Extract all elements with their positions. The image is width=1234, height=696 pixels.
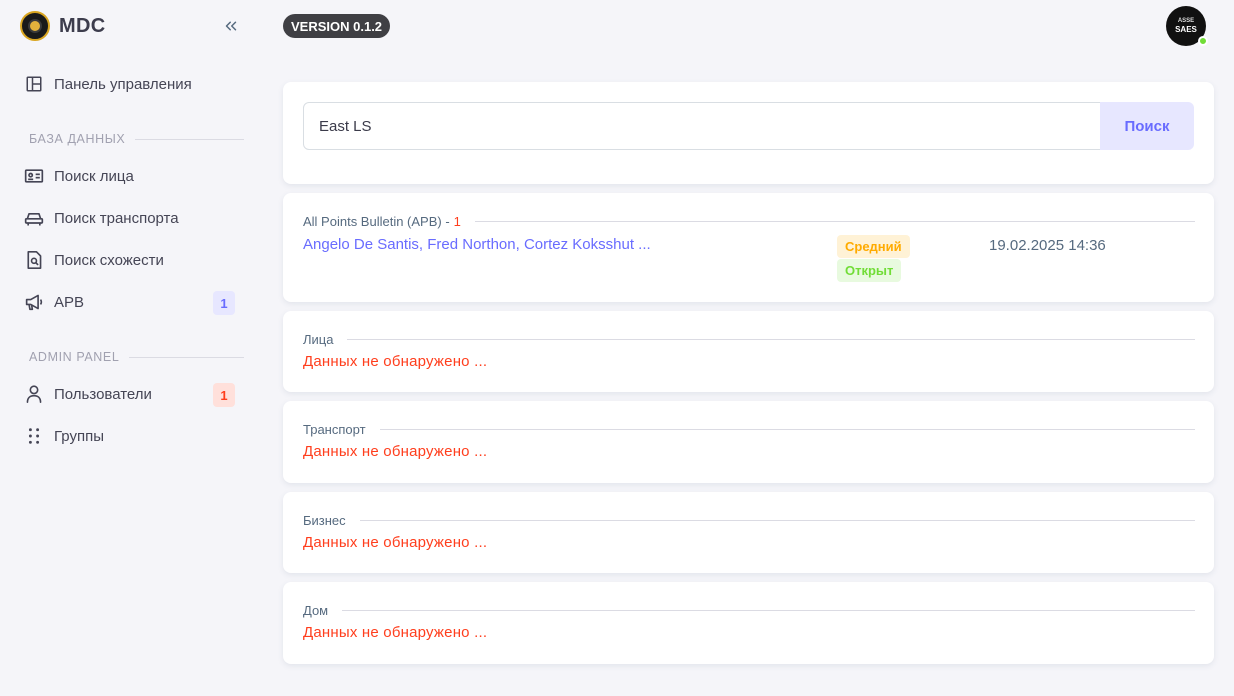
divider xyxy=(347,339,1195,340)
divider xyxy=(359,520,1195,521)
sidebar-item-person-search[interactable]: Поиск лица xyxy=(12,158,246,194)
sidebar: MDC Панель управления БАЗА ДАННЫХ Поиск … xyxy=(0,0,258,696)
persons-results-card: Лица Данных не обнаружено ... xyxy=(283,311,1214,392)
sidebar-item-apb[interactable]: APB 1 xyxy=(12,284,246,320)
dots-grid-icon xyxy=(24,426,44,446)
file-search-icon xyxy=(24,250,44,270)
section-title: Транспорт xyxy=(303,422,366,437)
user-icon xyxy=(24,384,44,404)
sidebar-item-label: Поиск лица xyxy=(54,167,134,185)
vehicles-results-card: Транспорт Данных не обнаружено ... xyxy=(283,401,1214,483)
count-badge: 1 xyxy=(213,291,235,315)
no-data-message: Данных не обнаружено ... xyxy=(303,534,488,551)
sidebar-item-label: Поиск схожести xyxy=(54,251,164,269)
section-divider: Дом xyxy=(303,603,1195,618)
search-button[interactable]: Поиск xyxy=(1100,102,1194,150)
section-title: Лица xyxy=(303,332,334,347)
sidebar-item-label: Поиск транспорта xyxy=(54,209,179,227)
section-divider: Лица xyxy=(303,332,1195,347)
no-data-message: Данных не обнаружено ... xyxy=(303,443,488,460)
status-badge: Открыт xyxy=(837,259,902,282)
section-divider: Бизнес xyxy=(303,513,1195,528)
sidebar-item-groups[interactable]: Группы xyxy=(12,418,246,454)
layout-icon xyxy=(24,74,44,94)
section-title: Бизнес xyxy=(303,513,346,528)
app-title: MDC xyxy=(59,14,106,37)
apb-names-link[interactable]: Angelo De Santis, Fred Northon, Cortez K… xyxy=(303,236,651,253)
section-title: ADMIN PANEL xyxy=(29,350,120,364)
section-title: БАЗА ДАННЫХ xyxy=(29,132,126,146)
badge-logo-icon xyxy=(20,11,50,41)
collapse-sidebar-button[interactable] xyxy=(219,14,243,38)
divider xyxy=(135,138,244,140)
no-data-message: Данных не обнаружено ... xyxy=(303,353,488,370)
search-card: Поиск xyxy=(283,82,1214,184)
user-avatar[interactable]: ASSE SAES xyxy=(1166,6,1208,46)
apb-title: All Points Bulletin (APB) - xyxy=(303,214,450,229)
section-title: Дом xyxy=(303,603,329,618)
sidebar-item-users[interactable]: Пользователи 1 xyxy=(12,376,246,412)
search-input[interactable] xyxy=(303,102,1101,150)
no-data-message: Данных не обнаружено ... xyxy=(303,624,488,641)
sidebar-item-label: Панель управления xyxy=(54,75,192,93)
divider xyxy=(129,356,244,358)
section-divider: All Points Bulletin (APB) -1 xyxy=(303,214,1195,229)
avatar-text-bottom: SAES xyxy=(1175,25,1197,34)
chevrons-left-icon xyxy=(225,21,237,31)
section-header-database: БАЗА ДАННЫХ xyxy=(12,132,244,146)
sidebar-item-dashboard[interactable]: Панель управления xyxy=(12,66,246,102)
count-badge: 1 xyxy=(213,383,235,407)
section-title: All Points Bulletin (APB) -1 xyxy=(303,214,475,229)
section-divider: Транспорт xyxy=(303,422,1195,437)
business-results-card: Бизнес Данных не обнаружено ... xyxy=(283,492,1214,573)
car-icon xyxy=(24,208,44,228)
brand[interactable]: MDC xyxy=(20,10,105,42)
megaphone-icon xyxy=(24,292,44,312)
priority-badge: Средний xyxy=(837,235,910,258)
sidebar-item-similarity-search[interactable]: Поиск схожести xyxy=(12,242,246,278)
divider xyxy=(379,429,1195,430)
avatar-text-top: ASSE xyxy=(1177,18,1195,24)
divider xyxy=(474,221,1195,222)
sidebar-item-vehicle-search[interactable]: Поиск транспорта xyxy=(12,200,246,236)
apb-results-card: All Points Bulletin (APB) -1 Angelo De S… xyxy=(283,193,1214,302)
online-status-dot xyxy=(1198,36,1208,46)
sidebar-item-label: APB xyxy=(54,293,85,311)
divider xyxy=(342,610,1195,611)
id-card-icon xyxy=(24,166,44,186)
version-badge: VERSION 0.1.2 xyxy=(283,14,391,38)
sidebar-item-label: Группы xyxy=(54,427,104,445)
house-results-card: Дом Данных не обнаружено ... xyxy=(283,582,1214,664)
section-header-admin: ADMIN PANEL xyxy=(12,350,244,364)
apb-date: 19.02.2025 14:36 xyxy=(989,237,1106,254)
apb-count: 1 xyxy=(453,214,461,229)
sidebar-item-label: Пользователи xyxy=(54,385,152,403)
